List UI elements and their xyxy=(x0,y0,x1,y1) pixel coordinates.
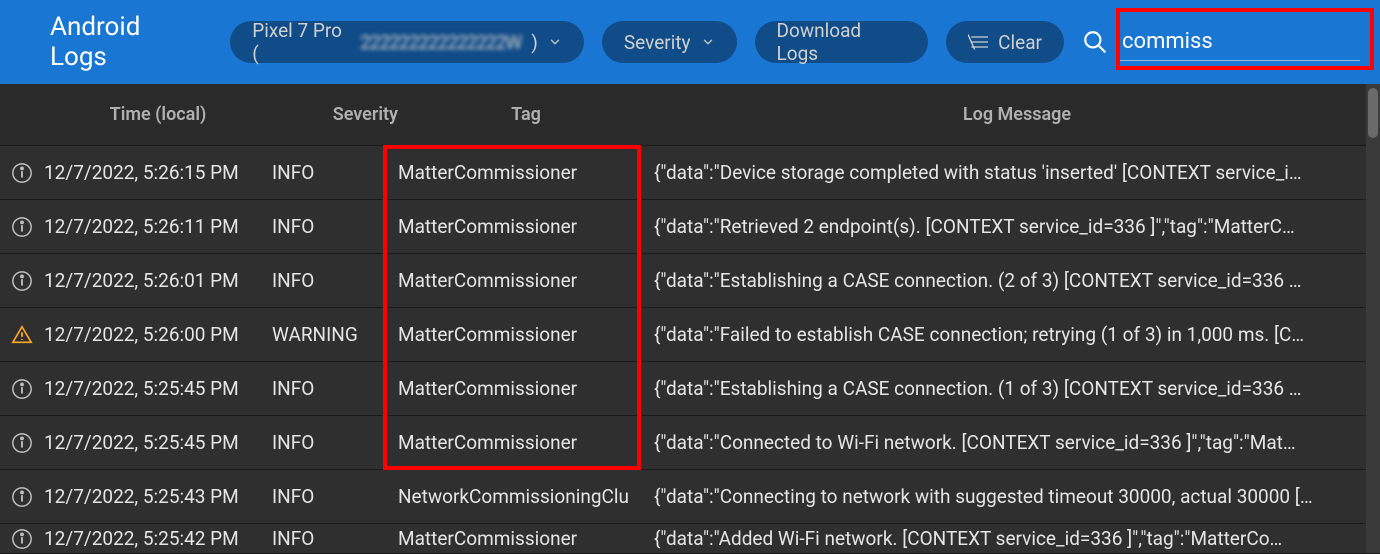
row-time: 12/7/2022, 5:26:01 PM xyxy=(44,269,272,292)
row-tag: MatterCommissioner xyxy=(398,323,654,346)
chevron-down-icon xyxy=(701,35,715,49)
row-time: 12/7/2022, 5:26:00 PM xyxy=(44,323,272,346)
row-severity-icon xyxy=(0,162,44,184)
device-selector[interactable]: Pixel 7 Pro ( 222222222222222W) xyxy=(230,21,584,63)
row-message: {"data":"Added Wi-Fi network. [CONTEXT s… xyxy=(654,527,1380,550)
row-tag: MatterCommissioner xyxy=(398,161,654,184)
device-label-prefix: Pixel 7 Pro ( xyxy=(252,19,350,65)
info-icon xyxy=(11,270,33,292)
row-message: {"data":"Connected to Wi-Fi network. [CO… xyxy=(654,431,1380,454)
table-row[interactable]: 12/7/2022, 5:26:11 PMINFOMatterCommissio… xyxy=(0,200,1380,254)
app-header: Android Logs Pixel 7 Pro ( 22222222222222… xyxy=(0,0,1380,84)
row-tag: MatterCommissioner xyxy=(398,431,654,454)
row-message: {"data":"Establishing a CASE connection.… xyxy=(654,377,1380,400)
col-header-time[interactable]: Time (local) xyxy=(44,104,272,125)
row-time: 12/7/2022, 5:26:11 PM xyxy=(44,215,272,238)
clear-label: Clear xyxy=(998,31,1042,54)
scrollbar-track[interactable] xyxy=(1366,84,1380,553)
row-severity-icon xyxy=(0,528,44,550)
row-tag: NetworkCommissioningClu xyxy=(398,485,654,508)
device-id: 222222222222222W xyxy=(360,31,521,54)
search-container xyxy=(1082,23,1360,61)
row-severity-icon xyxy=(0,324,44,346)
log-table-body: 12/7/2022, 5:26:15 PMINFOMatterCommissio… xyxy=(0,146,1380,554)
table-row[interactable]: 12/7/2022, 5:25:45 PMINFOMatterCommissio… xyxy=(0,362,1380,416)
table-row[interactable]: 12/7/2022, 5:25:42 PMINFOMatterCommissio… xyxy=(0,524,1380,554)
page-title: Android Logs xyxy=(50,12,202,72)
row-severity: INFO xyxy=(272,161,398,184)
row-severity-icon xyxy=(0,432,44,454)
device-label-suffix: ) xyxy=(531,31,538,54)
search-input[interactable] xyxy=(1120,23,1360,61)
row-severity-icon xyxy=(0,378,44,400)
row-severity: INFO xyxy=(272,377,398,400)
col-header-tag[interactable]: Tag xyxy=(398,104,654,125)
table-row[interactable]: 12/7/2022, 5:25:43 PMINFONetworkCommissi… xyxy=(0,470,1380,524)
info-icon xyxy=(11,216,33,238)
info-icon xyxy=(11,528,33,550)
clear-button[interactable]: Clear xyxy=(946,21,1064,63)
row-severity: INFO xyxy=(272,431,398,454)
severity-selector[interactable]: Severity xyxy=(602,21,737,63)
table-row[interactable]: 12/7/2022, 5:26:01 PMINFOMatterCommissio… xyxy=(0,254,1380,308)
row-time: 12/7/2022, 5:25:45 PM xyxy=(44,431,272,454)
search-icon xyxy=(1082,29,1108,55)
row-tag: MatterCommissioner xyxy=(398,215,654,238)
row-message: {"data":"Establishing a CASE connection.… xyxy=(654,269,1380,292)
warning-icon xyxy=(11,324,33,346)
table-row[interactable]: 12/7/2022, 5:25:45 PMINFOMatterCommissio… xyxy=(0,416,1380,470)
row-tag: MatterCommissioner xyxy=(398,269,654,292)
row-message: {"data":"Retrieved 2 endpoint(s). [CONTE… xyxy=(654,215,1380,238)
info-icon xyxy=(11,486,33,508)
row-time: 12/7/2022, 5:25:45 PM xyxy=(44,377,272,400)
table-header: Time (local) Severity Tag Log Message xyxy=(0,84,1380,146)
table-row[interactable]: 12/7/2022, 5:26:00 PMWARNINGMatterCommis… xyxy=(0,308,1380,362)
row-tag: MatterCommissioner xyxy=(398,527,654,550)
row-severity: INFO xyxy=(272,485,398,508)
row-message: {"data":"Device storage completed with s… xyxy=(654,161,1380,184)
row-time: 12/7/2022, 5:25:42 PM xyxy=(44,527,272,550)
row-severity: INFO xyxy=(272,269,398,292)
info-icon xyxy=(11,162,33,184)
severity-label: Severity xyxy=(624,31,691,54)
row-severity-icon xyxy=(0,486,44,508)
col-header-message[interactable]: Log Message xyxy=(654,104,1380,125)
row-severity: WARNING xyxy=(272,323,398,346)
row-time: 12/7/2022, 5:25:43 PM xyxy=(44,485,272,508)
row-severity-icon xyxy=(0,270,44,292)
row-message: {"data":"Failed to establish CASE connec… xyxy=(654,323,1380,346)
row-tag: MatterCommissioner xyxy=(398,377,654,400)
row-severity: INFO xyxy=(272,215,398,238)
download-label: Download Logs xyxy=(777,19,907,65)
scrollbar-thumb[interactable] xyxy=(1368,88,1378,138)
info-icon xyxy=(11,378,33,400)
col-header-severity[interactable]: Severity xyxy=(272,104,398,125)
row-message: {"data":"Connecting to network with sugg… xyxy=(654,485,1380,508)
clear-icon xyxy=(968,34,988,50)
row-severity-icon xyxy=(0,216,44,238)
row-time: 12/7/2022, 5:26:15 PM xyxy=(44,161,272,184)
download-logs-button[interactable]: Download Logs xyxy=(755,21,929,63)
table-row[interactable]: 12/7/2022, 5:26:15 PMINFOMatterCommissio… xyxy=(0,146,1380,200)
row-severity: INFO xyxy=(272,527,398,550)
info-icon xyxy=(11,432,33,454)
chevron-down-icon xyxy=(548,35,562,49)
